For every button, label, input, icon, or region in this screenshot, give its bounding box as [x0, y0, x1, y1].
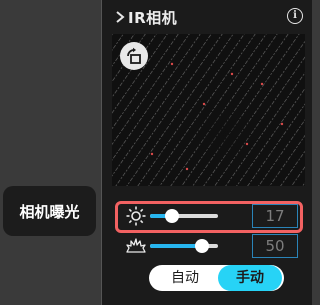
gain-row: 50: [126, 234, 304, 258]
panel-header: IR相机 i: [102, 0, 312, 34]
gain-slider-fill: [150, 244, 202, 248]
camera-exposure-tooltip: 相机曝光: [3, 186, 96, 236]
gain-slider-thumb[interactable]: [194, 239, 209, 253]
manual-mode-option[interactable]: 手动: [218, 265, 282, 291]
mode-toggle[interactable]: 自动 手动: [149, 265, 284, 291]
camera-preview: [112, 34, 305, 186]
ir-camera-panel: IR相机 i 17 50 自动 手动: [101, 0, 312, 305]
gain-value-input[interactable]: 50: [252, 234, 298, 258]
rotate-icon: [127, 47, 141, 64]
chevron-right-icon[interactable]: [112, 9, 128, 25]
brightness-row: 17: [126, 204, 304, 228]
gain-slider[interactable]: [150, 239, 218, 253]
brightness-value-input[interactable]: 17: [252, 204, 298, 228]
auto-mode-option[interactable]: 自动: [153, 265, 217, 291]
brightness-slider-thumb[interactable]: [165, 209, 180, 223]
exposure-controls: 17 50 自动 手动: [112, 192, 305, 296]
burst-icon: [126, 238, 146, 253]
brightness-slider[interactable]: [150, 209, 218, 223]
info-icon[interactable]: i: [287, 8, 303, 24]
sun-icon: [126, 206, 146, 226]
panel-title: IR相机: [128, 9, 178, 27]
rotate-button[interactable]: [120, 42, 148, 70]
